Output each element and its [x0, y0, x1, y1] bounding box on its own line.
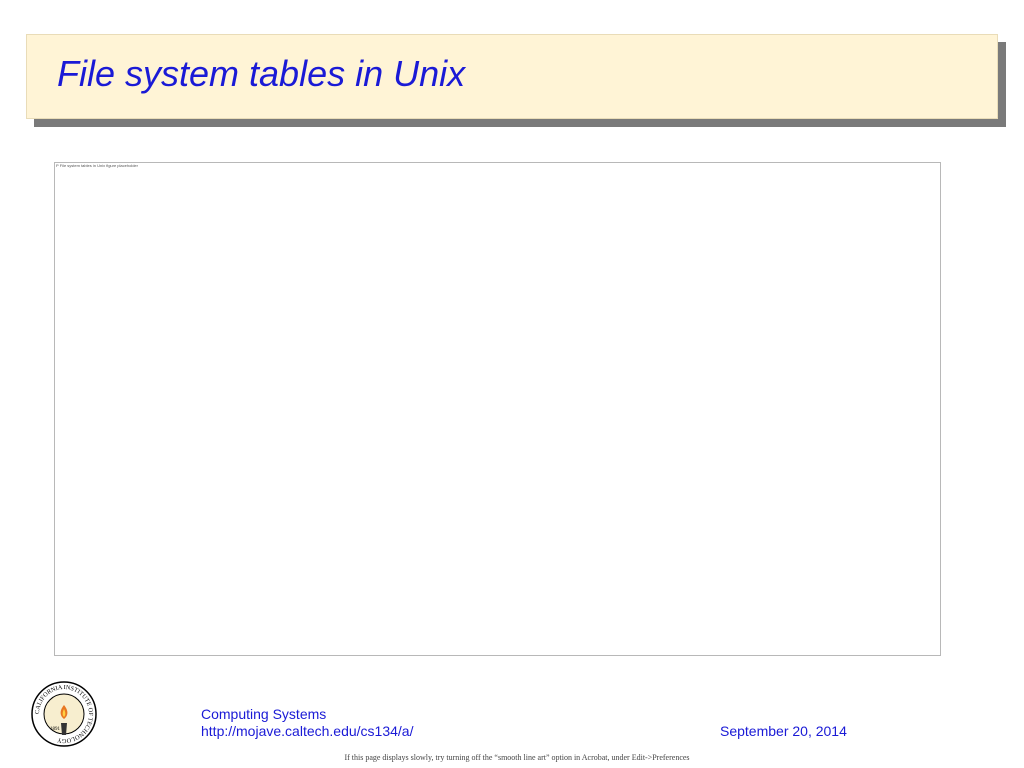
figure-corner-caption: File system tables in Unix figure placeh…: [59, 163, 138, 168]
title-banner: File system tables in Unix: [26, 34, 998, 119]
figure-corner-letter: P: [56, 163, 59, 168]
figure-corner-mark: P File system tables in Unix figure plac…: [56, 164, 138, 168]
figure-frame: P File system tables in Unix figure plac…: [54, 162, 941, 656]
slide-title: File system tables in Unix: [57, 53, 466, 94]
footer-course-url[interactable]: http://mojave.caltech.edu/cs134/a/: [201, 723, 413, 739]
footer-acrobat-note: If this page displays slowly, try turnin…: [344, 753, 690, 762]
seal-year: 1891: [50, 727, 61, 732]
footer-course-name: Computing Systems: [201, 706, 327, 722]
caltech-seal-icon: CALIFORNIA INSTITUTE OF TECHNOLOGY 1891: [31, 681, 97, 747]
footer-date: September 20, 2014: [720, 723, 847, 739]
